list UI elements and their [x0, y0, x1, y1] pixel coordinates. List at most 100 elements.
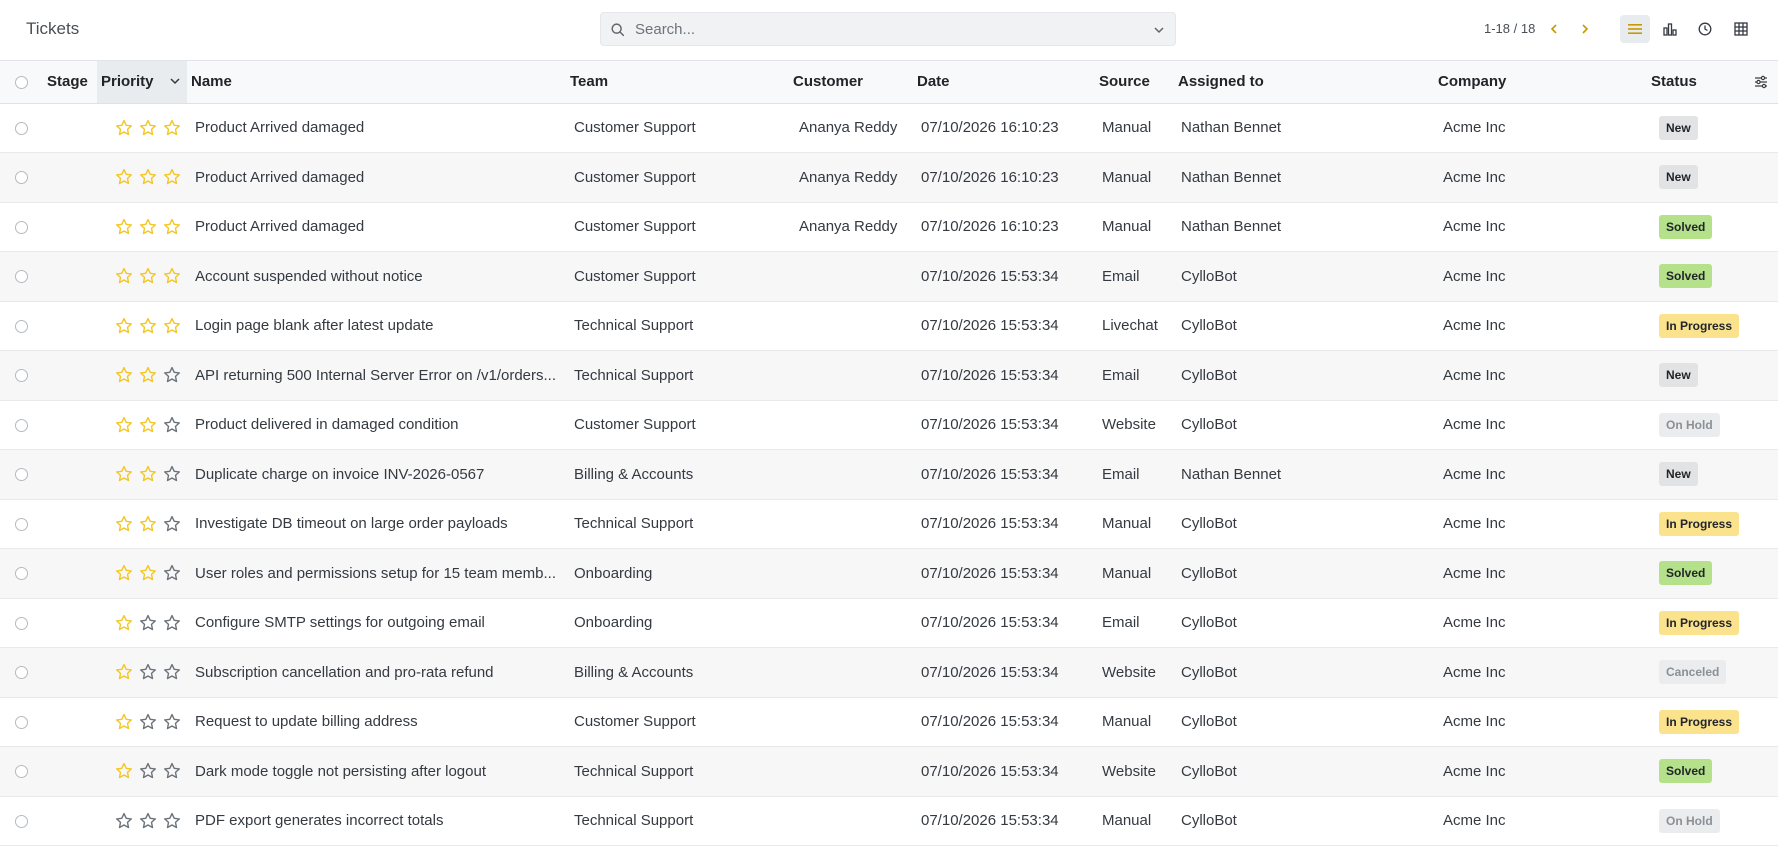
star-filled-icon[interactable] — [115, 465, 133, 483]
column-header-date[interactable]: Date — [913, 61, 1095, 103]
star-filled-icon[interactable] — [163, 267, 181, 285]
star-filled-icon[interactable] — [163, 218, 181, 236]
table-row[interactable]: Dark mode toggle not persisting after lo… — [0, 746, 1778, 797]
row-select-checkbox[interactable] — [0, 450, 43, 500]
priority-stars[interactable] — [101, 317, 187, 335]
priority-stars[interactable] — [101, 713, 187, 731]
priority-stars[interactable] — [101, 416, 187, 434]
pager-previous-button[interactable] — [1543, 17, 1565, 41]
priority-stars[interactable] — [101, 168, 187, 186]
priority-stars[interactable] — [101, 812, 187, 830]
row-select-checkbox[interactable] — [0, 648, 43, 698]
star-filled-icon[interactable] — [115, 416, 133, 434]
table-row[interactable]: User roles and permissions setup for 15 … — [0, 548, 1778, 599]
column-header-source[interactable]: Source — [1095, 61, 1174, 103]
star-empty-icon[interactable] — [163, 614, 181, 632]
priority-stars[interactable] — [101, 663, 187, 681]
table-row[interactable]: Product Arrived damaged Customer Support A… — [0, 103, 1778, 153]
priority-stars[interactable] — [101, 762, 187, 780]
star-filled-icon[interactable] — [139, 168, 157, 186]
pager-next-button[interactable] — [1574, 17, 1596, 41]
star-filled-icon[interactable] — [115, 267, 133, 285]
priority-stars[interactable] — [101, 267, 187, 285]
star-filled-icon[interactable] — [163, 317, 181, 335]
star-filled-icon[interactable] — [139, 317, 157, 335]
table-row[interactable]: Investigate DB timeout on large order pa… — [0, 499, 1778, 549]
star-empty-icon[interactable] — [163, 465, 181, 483]
priority-stars[interactable] — [101, 366, 187, 384]
search-bar[interactable] — [600, 12, 1176, 46]
table-row[interactable]: Account suspended without notice Customer… — [0, 251, 1778, 302]
priority-stars[interactable] — [101, 515, 187, 533]
star-filled-icon[interactable] — [163, 168, 181, 186]
priority-stars[interactable] — [101, 564, 187, 582]
select-all-checkbox[interactable] — [0, 61, 43, 103]
star-filled-icon[interactable] — [115, 218, 133, 236]
star-empty-icon[interactable] — [163, 663, 181, 681]
star-empty-icon[interactable] — [163, 515, 181, 533]
star-filled-icon[interactable] — [115, 762, 133, 780]
star-filled-icon[interactable] — [115, 614, 133, 632]
priority-stars[interactable] — [101, 614, 187, 632]
row-select-checkbox[interactable] — [0, 796, 43, 846]
table-row[interactable]: Login page blank after latest update Tech… — [0, 301, 1778, 351]
star-filled-icon[interactable] — [115, 515, 133, 533]
table-row[interactable]: PDF export generates incorrect totals Tec… — [0, 796, 1778, 846]
table-row[interactable]: API returning 500 Internal Server Error … — [0, 350, 1778, 400]
star-empty-icon[interactable] — [139, 614, 157, 632]
column-header-customer[interactable]: Customer — [789, 61, 913, 103]
column-header-status[interactable]: Status — [1647, 61, 1751, 103]
priority-stars[interactable] — [101, 218, 187, 236]
table-row[interactable]: Configure SMTP settings for outgoing ema… — [0, 598, 1778, 648]
chevron-down-icon[interactable] — [1151, 22, 1167, 38]
star-empty-icon[interactable] — [163, 564, 181, 582]
star-empty-icon[interactable] — [139, 762, 157, 780]
column-header-company[interactable]: Company — [1434, 61, 1647, 103]
pivot-view-button[interactable] — [1726, 15, 1756, 43]
star-filled-icon[interactable] — [115, 713, 133, 731]
column-header-name[interactable]: Name — [187, 61, 566, 103]
row-select-checkbox[interactable] — [0, 400, 43, 450]
star-empty-icon[interactable] — [139, 713, 157, 731]
star-empty-icon[interactable] — [115, 812, 133, 830]
star-empty-icon[interactable] — [139, 663, 157, 681]
row-select-checkbox[interactable] — [0, 301, 43, 351]
star-filled-icon[interactable] — [163, 119, 181, 137]
table-row[interactable]: Subscription cancellation and pro-rata r… — [0, 647, 1778, 698]
table-row[interactable]: Duplicate charge on invoice INV-2026-056… — [0, 449, 1778, 500]
star-filled-icon[interactable] — [139, 515, 157, 533]
column-header-assigned[interactable]: Assigned to — [1174, 61, 1434, 103]
star-filled-icon[interactable] — [139, 218, 157, 236]
star-filled-icon[interactable] — [115, 168, 133, 186]
star-filled-icon[interactable] — [139, 119, 157, 137]
star-empty-icon[interactable] — [163, 713, 181, 731]
table-row[interactable]: Product Arrived damaged Customer Support A… — [0, 152, 1778, 203]
activity-view-button[interactable] — [1690, 15, 1720, 43]
row-select-checkbox[interactable] — [0, 103, 43, 153]
star-empty-icon[interactable] — [163, 416, 181, 434]
column-header-priority[interactable]: Priority — [97, 61, 187, 103]
star-empty-icon[interactable] — [163, 762, 181, 780]
row-select-checkbox[interactable] — [0, 549, 43, 599]
table-row[interactable]: Request to update billing address Custome… — [0, 697, 1778, 747]
search-input[interactable] — [635, 13, 1135, 45]
star-empty-icon[interactable] — [163, 366, 181, 384]
graph-view-button[interactable] — [1655, 15, 1685, 43]
star-filled-icon[interactable] — [139, 267, 157, 285]
star-filled-icon[interactable] — [139, 416, 157, 434]
column-header-stage[interactable]: Stage — [43, 61, 97, 103]
star-filled-icon[interactable] — [139, 465, 157, 483]
star-filled-icon[interactable] — [115, 564, 133, 582]
priority-stars[interactable] — [101, 119, 187, 137]
star-filled-icon[interactable] — [115, 119, 133, 137]
table-row[interactable]: Product Arrived damaged Customer Support A… — [0, 202, 1778, 252]
pager-value[interactable]: 1-18 / 18 — [1484, 21, 1535, 36]
row-select-checkbox[interactable] — [0, 598, 43, 648]
row-select-checkbox[interactable] — [0, 747, 43, 797]
priority-stars[interactable] — [101, 465, 187, 483]
star-filled-icon[interactable] — [139, 366, 157, 384]
row-select-checkbox[interactable] — [0, 499, 43, 549]
list-view-button[interactable] — [1620, 15, 1650, 43]
row-select-checkbox[interactable] — [0, 153, 43, 203]
row-select-checkbox[interactable] — [0, 252, 43, 302]
